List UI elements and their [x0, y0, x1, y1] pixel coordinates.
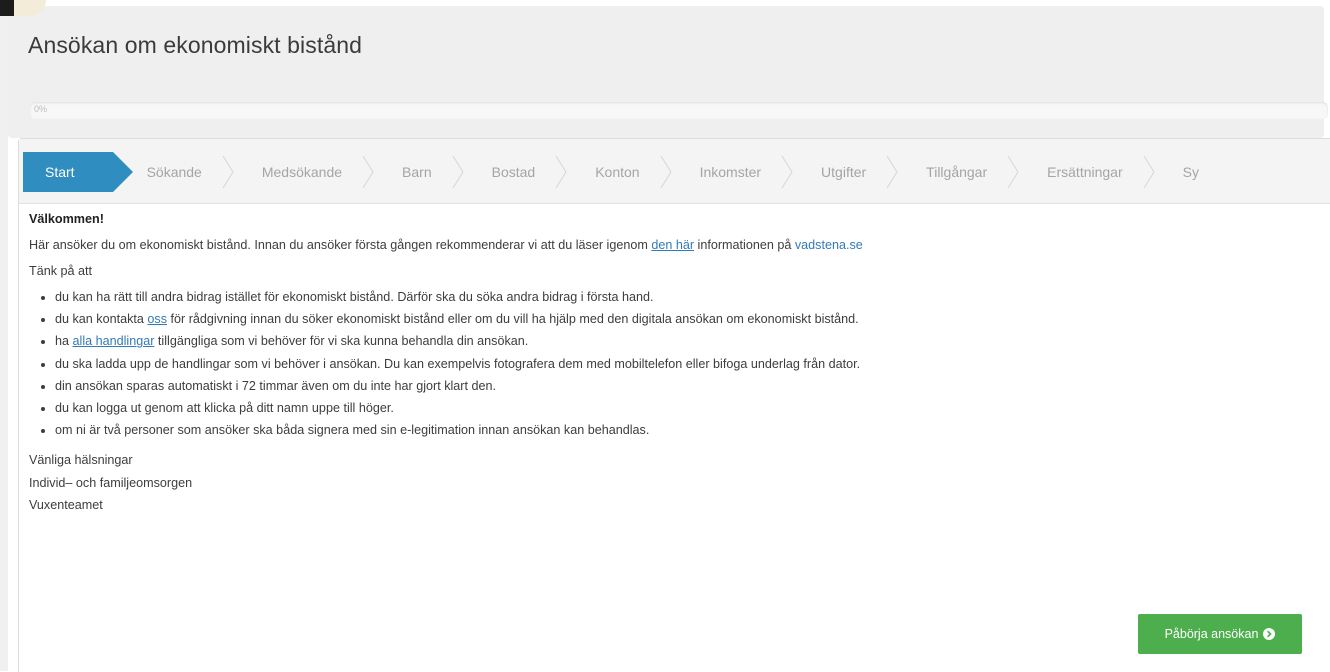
tip-text: din ansökan sparas automatiskt i 72 timm… [55, 378, 497, 393]
tip-text: du ska ladda upp de handlingar som vi be… [55, 356, 861, 371]
list-item: ha alla handlingar tillgängliga som vi b… [55, 330, 1319, 352]
step-label: Start [45, 164, 75, 180]
contact-link[interactable]: oss [147, 312, 167, 326]
documents-link[interactable]: alla handlingar [73, 334, 155, 348]
list-item: du kan kontakta oss för rådgivning innan… [55, 308, 1319, 330]
corner-mark [0, 0, 14, 16]
step-truncated[interactable]: Sy [1149, 152, 1225, 192]
tip-text-after: tillgängliga som vi behöver för vi ska k… [154, 334, 529, 349]
intro-text-before: Här ansöker du om ekonomiskt bistånd. In… [29, 238, 652, 252]
step-konton[interactable]: Konton [561, 152, 672, 192]
step-label: Inkomster [699, 164, 762, 180]
department-line: Individ– och familjeomsorgen [29, 475, 193, 490]
page-header: Ansökan om ekonomiskt bistånd 0% [8, 6, 1328, 138]
step-label: Konton [595, 164, 640, 180]
think-heading: Tänk på att [29, 264, 93, 278]
step-tillgangar[interactable]: Tillgångar [892, 152, 1019, 192]
page-title: Ansökan om ekonomiskt bistånd [28, 32, 363, 58]
list-item: du ska ladda upp de handlingar som vi be… [55, 353, 1319, 375]
welcome-content: Välkommen! Här ansöker du om ekonomiskt … [29, 208, 1319, 516]
vadstena-link[interactable]: vadstena.se [795, 238, 863, 252]
step-label: Medsökande [261, 164, 343, 180]
page: Ansökan om ekonomiskt bistånd 0% Start S… [0, 0, 1330, 672]
active-step-arrow [112, 152, 133, 192]
step-label: Sökande [146, 164, 202, 180]
circle-arrow-right-icon [1263, 628, 1276, 640]
tip-text: du kan ha rätt till andra bidrag iställe… [55, 290, 654, 304]
step-utgifter[interactable]: Utgifter [787, 152, 898, 192]
start-application-button[interactable]: Påbörja ansökan [1138, 614, 1302, 654]
team-line: Vuxenteamet [29, 497, 103, 512]
step-bostad[interactable]: Bostad [458, 152, 567, 192]
tip-text-before: du kan kontakta [55, 312, 148, 327]
progress-label: 0% [34, 104, 48, 114]
info-link[interactable]: den här [651, 238, 694, 252]
tip-text: om ni är två personer som ansöker ska bå… [55, 423, 650, 438]
regards-line: Vänliga hälsningar [29, 453, 133, 468]
list-item: du kan logga ut genom att klicka på ditt… [55, 397, 1319, 419]
step-label: Ersättningar [1047, 164, 1123, 180]
steps-bar: Start Sökande Medsökande Barn Bostad Kon… [19, 139, 1330, 204]
list-item: din ansökan sparas automatiskt i 72 timm… [55, 375, 1319, 397]
intro-text-middle: informationen på [694, 238, 795, 252]
tips-list: du kan ha rätt till andra bidrag iställe… [29, 286, 1319, 441]
tip-text-before: ha [55, 334, 73, 349]
intro-paragraph: Här ansöker du om ekonomiskt bistånd. In… [29, 234, 1319, 256]
start-button-label: Påbörja ansökan [1164, 627, 1259, 641]
signature-block: Vänliga hälsningar Individ– och familjeo… [29, 449, 1319, 516]
step-medsokande[interactable]: Medsökande [228, 152, 374, 192]
progress-bar: 0% [30, 102, 1328, 119]
step-label: Bostad [491, 164, 536, 180]
welcome-heading: Välkommen! [29, 212, 104, 226]
step-label: Barn [402, 164, 432, 180]
step-barn[interactable]: Barn [368, 152, 464, 192]
step-inkomster[interactable]: Inkomster [666, 152, 793, 192]
left-edge [0, 0, 8, 671]
tip-text-after: för rådgivning innan du söker ekonomiskt… [167, 312, 859, 327]
steps-list: Start Sökande Medsökande Barn Bostad Kon… [23, 152, 1225, 192]
tip-text: du kan logga ut genom att klicka på ditt… [55, 401, 394, 416]
list-item: om ni är två personer som ansöker ska bå… [55, 419, 1319, 441]
step-start[interactable]: Start [23, 152, 133, 192]
step-label: Tillgångar [926, 164, 988, 180]
list-item: du kan ha rätt till andra bidrag iställe… [55, 286, 1319, 308]
application-wizard: Start Sökande Medsökande Barn Bostad Kon… [18, 138, 1330, 672]
step-label: Utgifter [821, 164, 867, 180]
step-label: Sy [1182, 164, 1199, 180]
step-ersattningar[interactable]: Ersättningar [1013, 152, 1155, 192]
